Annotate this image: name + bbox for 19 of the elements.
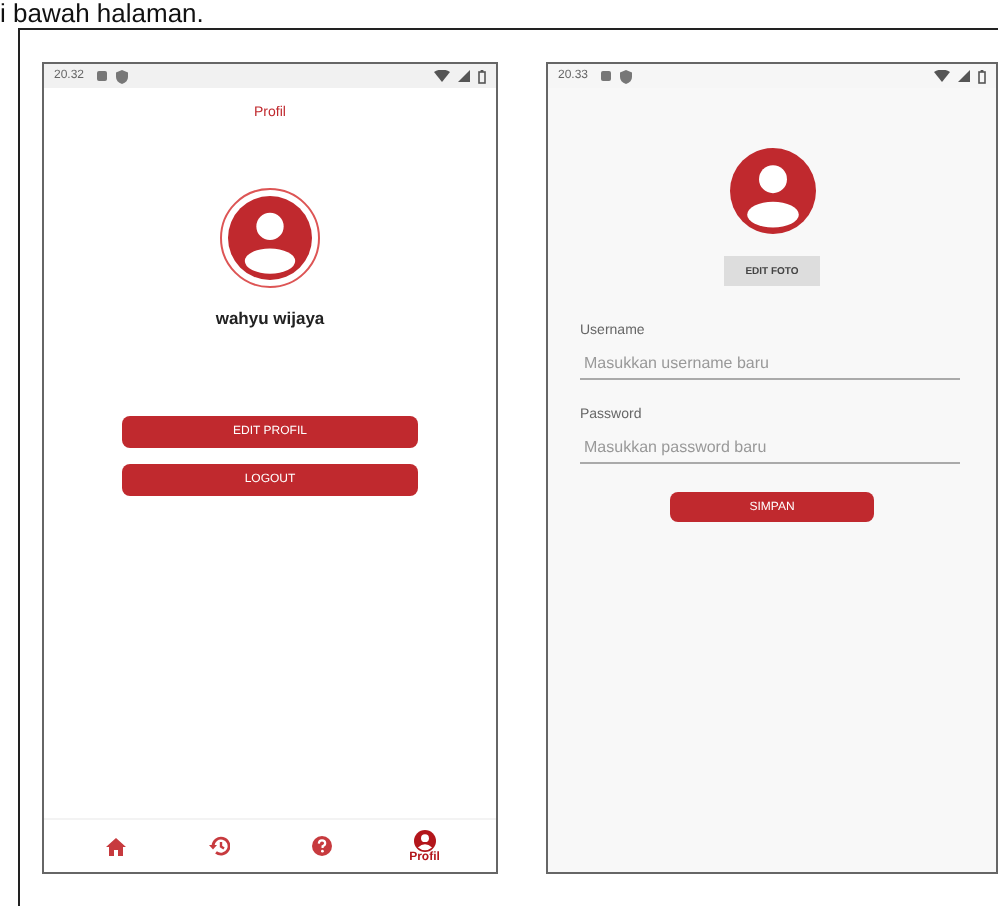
profile-icon[interactable] <box>413 829 436 851</box>
notification-icon <box>96 70 109 82</box>
battery-icon <box>478 69 486 83</box>
signal-icon <box>458 70 470 82</box>
user-name: wahyu wijaya <box>215 308 325 328</box>
avatar-icon <box>729 148 815 234</box>
help-icon[interactable] <box>311 836 332 856</box>
shield-icon <box>620 69 633 83</box>
input-field[interactable]: Masukkan password baru <box>580 434 960 464</box>
home-icon[interactable] <box>105 837 126 855</box>
document-text: i bawah halaman. <box>0 0 204 28</box>
wifi-icon <box>934 70 950 82</box>
wifi-icon <box>434 70 450 82</box>
shield-icon <box>116 69 129 83</box>
history-icon[interactable] <box>207 836 230 856</box>
notification-icon <box>600 70 613 82</box>
input-field[interactable]: Masukkan username baru <box>580 350 960 380</box>
battery-icon <box>978 69 986 83</box>
signal-icon <box>958 70 970 82</box>
